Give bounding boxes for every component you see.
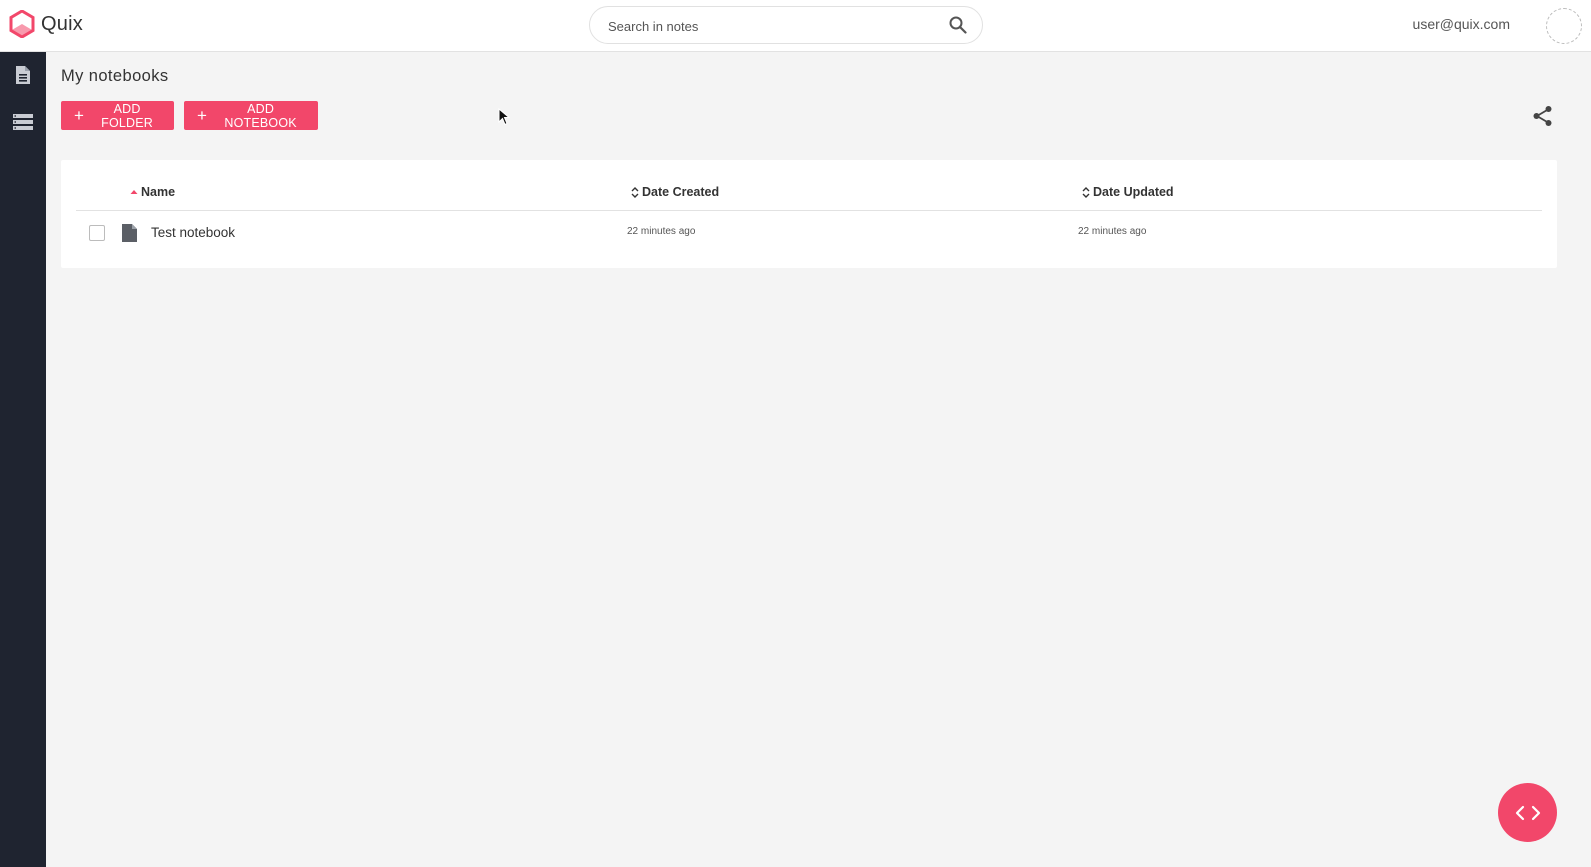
column-date-created-label: Date Created — [642, 185, 720, 199]
user-email[interactable]: user@quix.com — [1413, 16, 1510, 32]
share-icon[interactable] — [1532, 105, 1554, 132]
add-folder-button[interactable]: + ADD FOLDER — [61, 101, 174, 130]
sidebar — [0, 52, 46, 867]
sort-toggle-icon — [631, 186, 639, 199]
notebooks-table: Name Date Created Date Updated Test note… — [61, 160, 1557, 268]
sidebar-item-db-explorer[interactable] — [12, 111, 34, 133]
document-icon — [16, 66, 30, 84]
code-editor-fab[interactable] — [1498, 783, 1557, 842]
quix-logo-icon — [9, 10, 35, 38]
date-created-value: 22 minutes ago — [627, 226, 696, 237]
date-updated-value: 22 minutes ago — [1078, 226, 1147, 237]
add-notebook-label: ADD NOTEBOOK — [224, 101, 297, 130]
sidebar-item-notebooks[interactable] — [12, 64, 34, 86]
app-logo[interactable]: Quix — [9, 10, 83, 38]
sort-toggle-icon — [1082, 186, 1090, 199]
table-header: Name Date Created Date Updated — [76, 180, 1542, 211]
app-name: Quix — [41, 12, 83, 35]
notebook-name[interactable]: Test notebook — [151, 225, 235, 240]
column-header-name[interactable]: Name — [130, 185, 175, 199]
column-header-date-created[interactable]: Date Created — [631, 185, 719, 199]
search-input[interactable] — [608, 16, 928, 36]
sort-ascending-icon — [130, 189, 138, 195]
column-date-updated-label: Date Updated — [1093, 185, 1174, 199]
search-box[interactable] — [589, 6, 983, 44]
column-name-label: Name — [141, 185, 176, 199]
row-checkbox[interactable] — [89, 225, 105, 241]
top-bar: Quix user@quix.com — [0, 0, 1591, 52]
plus-icon: + — [74, 106, 85, 125]
mouse-cursor-icon — [498, 107, 511, 131]
search-icon[interactable] — [949, 16, 967, 39]
code-icon — [1515, 805, 1540, 820]
avatar[interactable] — [1546, 8, 1582, 44]
database-list-icon — [13, 114, 33, 130]
add-notebook-button[interactable]: + ADD NOTEBOOK — [184, 101, 318, 130]
table-row[interactable]: Test notebook 22 minutes ago 22 minutes … — [76, 212, 1542, 252]
add-folder-label: ADD FOLDER — [101, 101, 154, 130]
notebook-file-icon — [121, 223, 138, 248]
plus-icon: + — [197, 106, 208, 125]
column-header-date-updated[interactable]: Date Updated — [1082, 185, 1174, 199]
page-title: My notebooks — [61, 67, 169, 85]
